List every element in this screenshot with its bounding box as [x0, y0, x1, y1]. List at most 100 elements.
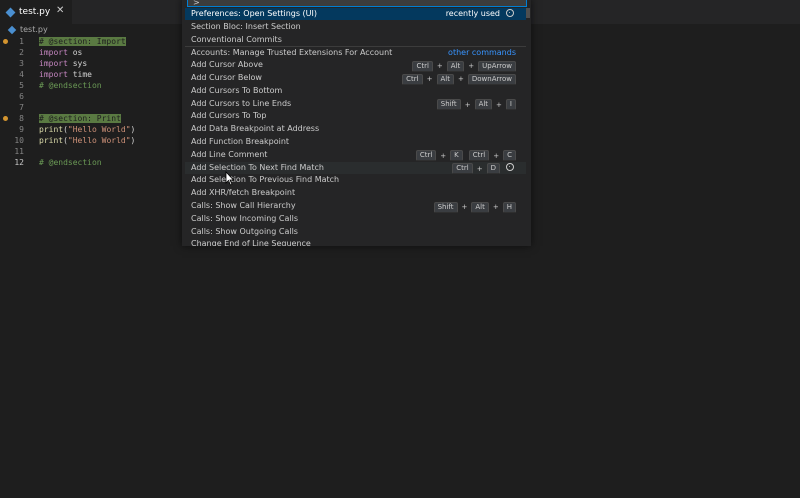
gear-icon[interactable]	[506, 9, 514, 17]
modified-dot-icon	[3, 116, 8, 121]
command-item[interactable]: Calls: Show Incoming Calls	[185, 213, 526, 225]
command-label: Add Cursors To Bottom	[191, 85, 283, 95]
command-palette: > Preferences: Open Settings (UI) recentl…	[182, 0, 531, 246]
line-number: 10	[14, 136, 24, 145]
python-file-icon	[5, 7, 16, 17]
command-item[interactable]: Add Cursor Below Ctrl + Alt + DownArrow	[185, 72, 526, 85]
command-label: Calls: Show Outgoing Calls	[191, 226, 298, 236]
breadcrumb-filename: test.py	[20, 25, 48, 34]
keybinding-key: Alt	[474, 99, 493, 111]
line-number: 8	[19, 114, 24, 123]
keybinding: Shift + Alt + I	[436, 99, 516, 111]
command-item[interactable]: Add Selection To Previous Find Match	[185, 174, 526, 186]
key-separator: +	[436, 62, 443, 71]
command-label: Add Line Comment	[191, 149, 268, 159]
keybinding-key: Alt	[471, 201, 489, 213]
line-number: 11	[14, 147, 24, 156]
command-item[interactable]: Add Function Breakpoint	[185, 136, 526, 148]
gear-icon[interactable]	[506, 162, 514, 171]
command-item[interactable]: Add Cursor Above Ctrl + Alt + UpArrow	[185, 59, 526, 72]
command-item[interactable]: Preferences: Open Settings (UI) recently …	[185, 8, 526, 20]
key-separator: +	[476, 164, 483, 173]
command-item[interactable]: Accounts: Manage Trusted Extensions For …	[185, 46, 526, 59]
line-number: 1	[19, 37, 24, 46]
command-item[interactable]: Add Cursors To Bottom	[185, 85, 526, 97]
command-label: Preferences: Open Settings (UI)	[191, 9, 318, 18]
keybinding: Ctrl + Alt + DownArrow	[402, 73, 516, 85]
command-item[interactable]: Add Selection To Next Find Match Ctrl + D	[185, 161, 526, 175]
keybinding-key: Alt	[446, 60, 465, 72]
command-label: Add Selection To Previous Find Match	[191, 175, 340, 185]
code-text: print("Hello World")	[39, 124, 135, 135]
code-token: # @section: Print	[39, 114, 121, 123]
keybinding-key: Shift	[433, 201, 458, 213]
line-number: 12	[14, 158, 24, 167]
keybinding-key: I	[505, 99, 516, 111]
code-token: import	[39, 59, 68, 68]
line-number: 9	[19, 125, 24, 134]
code-text: import time	[39, 69, 92, 80]
code-text: # @section: Import	[39, 36, 126, 47]
code-token: # @section: Import	[39, 37, 126, 46]
line-number: 3	[19, 59, 24, 68]
tab-test-py[interactable]: test.py ✕	[0, 0, 72, 24]
key-separator: +	[496, 100, 502, 109]
line-number: 4	[19, 70, 24, 79]
command-item[interactable]: Change End of Line Sequence	[185, 238, 526, 246]
command-item[interactable]: Calls: Show Call Hierarchy Shift + Alt + H	[185, 200, 526, 213]
code-token: "Hello World"	[67, 136, 131, 145]
keybinding-key: DownArrow	[467, 73, 516, 85]
line-number: 6	[19, 92, 24, 101]
command-label: Add Data Breakpoint at Address	[191, 124, 320, 134]
key-separator: +	[458, 75, 464, 83]
command-label: Section Bloc: Insert Section	[191, 21, 301, 31]
code-token: # @endsection	[39, 158, 102, 167]
command-palette-input[interactable]: >	[187, 0, 527, 7]
keybinding-key: C	[503, 150, 516, 162]
keybinding-key: Ctrl	[402, 73, 423, 85]
line-number: 7	[19, 103, 24, 112]
key-separator: +	[440, 151, 447, 160]
code-token: os	[67, 48, 83, 57]
keybinding: Ctrl + K Ctrl + C	[415, 150, 516, 162]
keybinding-key: Shift	[436, 99, 461, 111]
code-token: print	[39, 125, 64, 134]
code-token: print	[39, 136, 64, 145]
code-token: )	[130, 125, 136, 134]
code-token: import	[39, 48, 68, 57]
command-label: Add Cursor Below	[191, 73, 262, 82]
command-label: Add Cursor Above	[191, 60, 263, 70]
code-token: import	[39, 70, 68, 79]
close-icon[interactable]: ✕	[56, 5, 64, 16]
palette-scrollbar[interactable]	[526, 8, 530, 18]
command-item[interactable]: Add Cursors To Top	[185, 110, 526, 122]
command-label: Add Selection To Next Find Match	[191, 162, 324, 172]
keybinding: Ctrl + D	[452, 163, 500, 175]
command-label: Calls: Show Incoming Calls	[191, 213, 298, 223]
command-item[interactable]: Add Line Comment Ctrl + K Ctrl + C	[185, 149, 526, 162]
python-file-icon	[7, 25, 17, 34]
command-label: Conventional Commits	[191, 34, 282, 44]
command-item[interactable]: Section Bloc: Insert Section	[185, 21, 526, 33]
command-item[interactable]: Add Data Breakpoint at Address	[185, 123, 526, 135]
command-item[interactable]: Conventional Commits	[185, 34, 526, 46]
command-item[interactable]: Calls: Show Outgoing Calls	[185, 226, 526, 238]
code-text: print("Hello World")	[39, 135, 135, 146]
key-separator: +	[426, 75, 433, 83]
command-label: Add XHR/fetch Breakpoint	[191, 188, 296, 198]
code-token: sys	[67, 59, 88, 68]
keybinding-key: D	[486, 163, 500, 175]
command-label: Add Cursors To Top	[191, 111, 267, 121]
code-text: import os	[39, 47, 82, 58]
keybinding-key: H	[502, 201, 516, 213]
keybinding-key: K	[450, 150, 463, 162]
code-text: # @endsection	[39, 157, 102, 168]
tab-label: test.py	[19, 7, 51, 17]
command-item[interactable]: Add Cursors to Line Ends Shift + Alt + I	[185, 98, 526, 111]
breadcrumb[interactable]: test.py	[7, 25, 48, 34]
command-item[interactable]: Add XHR/fetch Breakpoint	[185, 187, 526, 199]
command-label: Add Cursors to Line Ends	[191, 98, 292, 108]
command-label: Add Function Breakpoint	[191, 137, 290, 146]
code-token: "Hello World"	[67, 125, 131, 134]
keybinding-key: Ctrl	[415, 150, 437, 162]
